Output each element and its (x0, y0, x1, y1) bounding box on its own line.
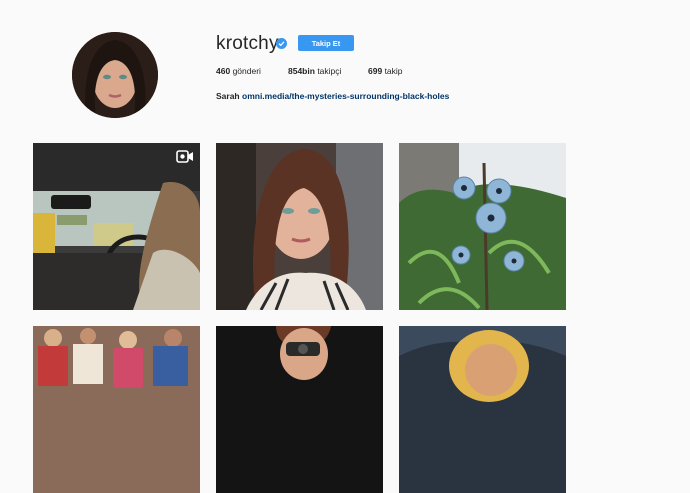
post-tile[interactable] (399, 143, 566, 310)
posts-count-value: 460 (216, 66, 231, 76)
post-image-car-interior (33, 143, 200, 310)
post-image-crowd (33, 326, 200, 493)
profile-avatar[interactable] (72, 32, 158, 118)
verified-badge-icon (276, 38, 287, 49)
posts-count-label: gönderi (232, 66, 261, 76)
post-tile[interactable] (399, 326, 566, 493)
avatar-image (72, 32, 158, 118)
following-count-label: takip (384, 66, 403, 76)
followers-count-value: 854bin (288, 66, 315, 76)
followers-count[interactable]: 854bin takipçi (288, 66, 341, 76)
post-tile[interactable] (216, 326, 383, 493)
posts-count[interactable]: 460 gönderi (216, 66, 261, 76)
video-icon (176, 150, 193, 163)
post-image-painting (399, 326, 566, 493)
post-image-portrait (216, 143, 383, 310)
post-image-blue-flowers (399, 143, 566, 310)
followers-count-label: takipçi (317, 66, 342, 76)
post-tile[interactable] (33, 143, 200, 310)
following-count-value: 699 (368, 66, 383, 76)
bio-name: Sarah (216, 91, 240, 101)
bio-link[interactable]: omni.media/the-mysteries-surrounding-bla… (242, 91, 449, 101)
follow-button[interactable]: Takip Et (298, 35, 354, 51)
profile-username: krotchy (216, 33, 279, 54)
post-tile[interactable] (216, 143, 383, 310)
profile-bio: Sarah omni.media/the-mysteries-surroundi… (216, 91, 449, 101)
post-image-camera (216, 326, 383, 493)
post-tile[interactable] (33, 326, 200, 493)
following-count[interactable]: 699 takip (368, 66, 403, 76)
